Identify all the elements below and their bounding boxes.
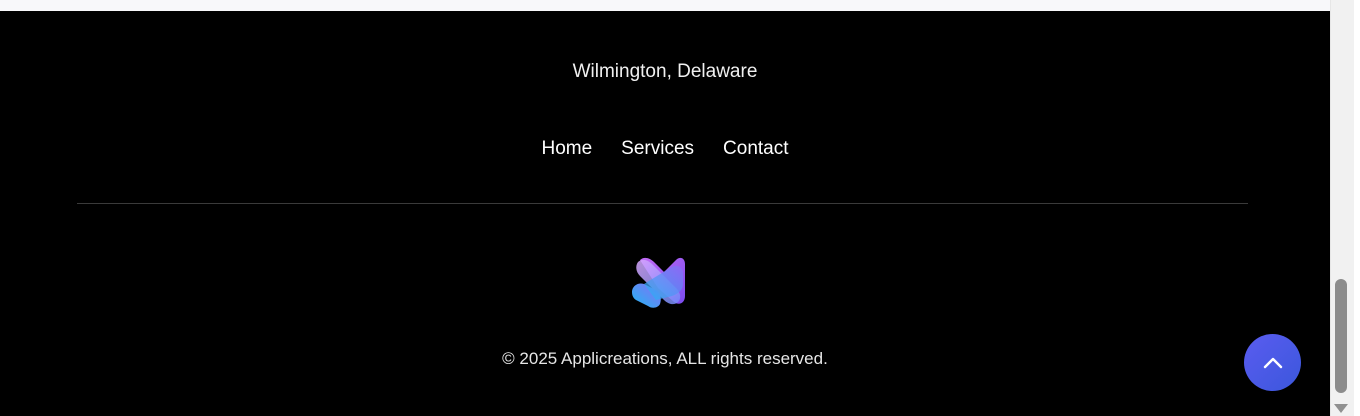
footer-location: Wilmington, Delaware <box>572 61 758 82</box>
footer-nav-services[interactable]: Services <box>621 138 694 160</box>
scrollbar-down-arrow-icon[interactable] <box>1334 404 1348 413</box>
footer-copyright: © 2025 Applicreations, ALL rights reserv… <box>502 349 828 368</box>
footer-nav-home[interactable]: Home <box>541 138 592 160</box>
footer-divider <box>77 203 1248 204</box>
site-footer: Wilmington, Delaware Home Services Conta… <box>0 11 1330 416</box>
scrollbar-thumb[interactable] <box>1335 279 1347 393</box>
page-content-above-footer <box>0 0 1330 11</box>
scroll-to-top-button[interactable] <box>1244 334 1301 391</box>
chevron-up-icon <box>1263 357 1282 368</box>
applicreations-logo-icon[interactable] <box>630 254 688 310</box>
page: Wilmington, Delaware Home Services Conta… <box>0 0 1360 416</box>
footer-nav-contact[interactable]: Contact <box>723 138 788 160</box>
footer-nav: Home Services Contact <box>0 138 1330 160</box>
